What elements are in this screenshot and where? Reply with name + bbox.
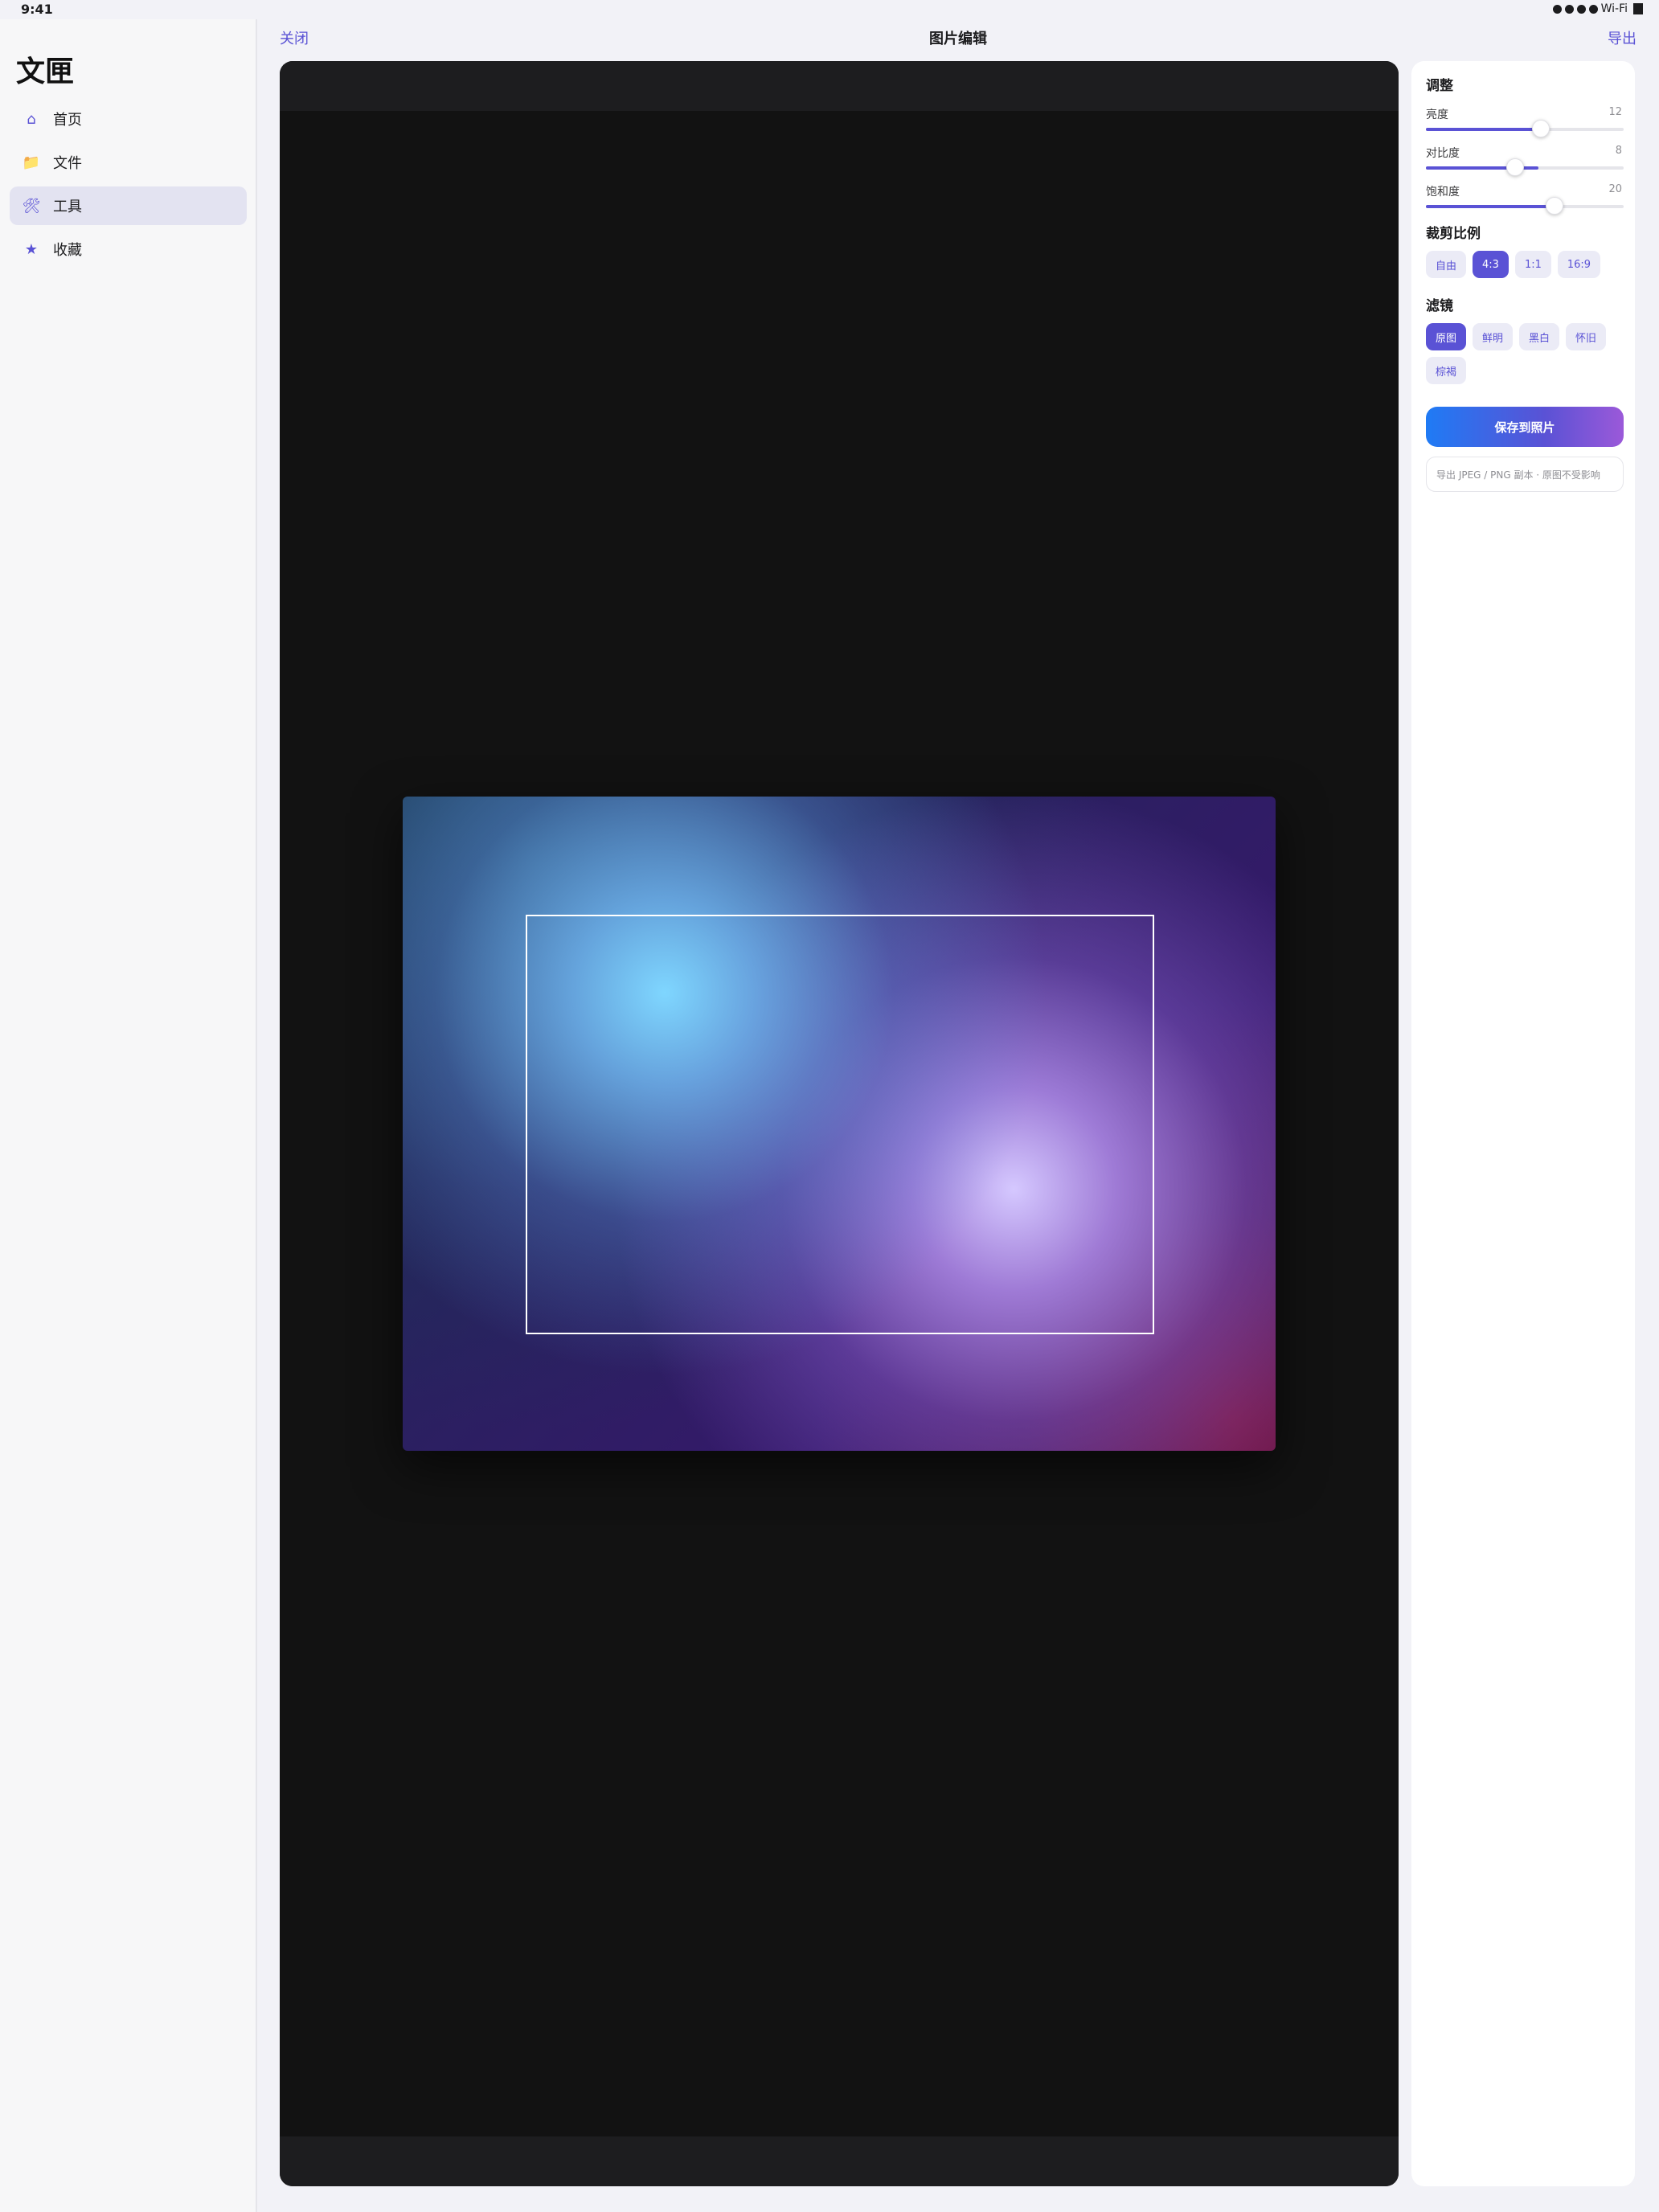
slider-fill bbox=[1426, 205, 1555, 208]
saturation-label: 饱和度 bbox=[1426, 186, 1460, 199]
export-note: 导出 JPEG / PNG 副本 · 原图不受影响 bbox=[1426, 457, 1624, 492]
filter-options: 原图 鲜明 黑白 怀旧 棕褐 bbox=[1426, 323, 1627, 384]
sidebar-item-label: 文件 bbox=[53, 155, 82, 172]
signal-icon bbox=[1564, 4, 1574, 14]
filter-option-vivid[interactable]: 鲜明 bbox=[1473, 323, 1514, 350]
home-icon: ⌂ bbox=[27, 110, 36, 128]
page-title: 图片编辑 bbox=[929, 31, 987, 47]
star-icon: ★ bbox=[24, 240, 39, 258]
contrast-value: 8 bbox=[1615, 145, 1622, 157]
crop-ratio-options: 自由 4:3 1:1 16:9 bbox=[1426, 251, 1627, 278]
filter-option-original[interactable]: 原图 bbox=[1426, 323, 1467, 350]
wifi-label: Wi-Fi bbox=[1600, 2, 1628, 15]
slider-thumb[interactable] bbox=[1531, 120, 1550, 137]
crop-option-4-3[interactable]: 4:3 bbox=[1473, 251, 1509, 278]
slider-fill bbox=[1426, 128, 1541, 131]
contrast-slider[interactable] bbox=[1426, 158, 1624, 176]
crop-section-title: 裁剪比例 bbox=[1426, 226, 1481, 242]
adjust-section-title: 调整 bbox=[1426, 78, 1453, 94]
save-to-photos-button[interactable]: 保存到照片 bbox=[1426, 407, 1624, 447]
photo-preview[interactable] bbox=[403, 797, 1276, 1451]
saturation-slider[interactable] bbox=[1426, 197, 1624, 215]
navigation-bar: 关闭 图片编辑 导出 bbox=[257, 19, 1659, 55]
export-button[interactable]: 导出 bbox=[1608, 27, 1636, 48]
status-bar: 9:41 Wi-Fi bbox=[0, 0, 1659, 19]
brightness-slider[interactable] bbox=[1426, 120, 1624, 137]
sidebar: 文匣 ⌂ 首页 📁 文件 🛠 工具 ★ 收藏 bbox=[0, 19, 257, 2212]
editor-canvas bbox=[280, 61, 1399, 2186]
crop-option-1-1[interactable]: 1:1 bbox=[1514, 251, 1551, 278]
brightness-label: 亮度 bbox=[1426, 109, 1448, 121]
signal-icon bbox=[1552, 4, 1562, 14]
tools-icon: 🛠 bbox=[22, 197, 41, 215]
sidebar-item-tools[interactable]: 🛠 工具 bbox=[10, 186, 247, 225]
filter-option-mono[interactable]: 黑白 bbox=[1519, 323, 1560, 350]
sidebar-item-favorites[interactable]: ★ 收藏 bbox=[10, 230, 247, 268]
sidebar-item-files[interactable]: 📁 文件 bbox=[10, 143, 247, 182]
filter-section-title: 滤镜 bbox=[1426, 298, 1453, 314]
slider-thumb[interactable] bbox=[1505, 158, 1524, 176]
battery-icon bbox=[1633, 3, 1643, 14]
signal-icon bbox=[1588, 4, 1598, 14]
filter-option-sepia[interactable]: 棕褐 bbox=[1426, 357, 1467, 384]
contrast-label: 对比度 bbox=[1426, 147, 1460, 160]
crop-frame[interactable] bbox=[526, 915, 1154, 1334]
status-indicators: Wi-Fi bbox=[1552, 2, 1643, 15]
canvas-bottom-toolbar bbox=[280, 2136, 1399, 2186]
status-time: 9:41 bbox=[21, 2, 53, 17]
crop-option-16-9[interactable]: 16:9 bbox=[1557, 251, 1601, 278]
brightness-value: 12 bbox=[1608, 106, 1622, 118]
sidebar-item-label: 收藏 bbox=[53, 242, 82, 259]
sidebar-item-home[interactable]: ⌂ 首页 bbox=[10, 100, 247, 138]
sidebar-item-label: 首页 bbox=[53, 112, 82, 129]
edit-panel: 调整 亮度 12 对比度 8 饱和度 20 裁剪比例 自由 4:3 1:1 16… bbox=[1411, 61, 1635, 2186]
canvas-top-toolbar bbox=[280, 61, 1399, 111]
slider-thumb[interactable] bbox=[1545, 197, 1563, 215]
sidebar-nav: ⌂ 首页 📁 文件 🛠 工具 ★ 收藏 bbox=[10, 100, 247, 273]
filter-option-nostalgic[interactable]: 怀旧 bbox=[1566, 323, 1607, 350]
folder-icon: 📁 bbox=[22, 154, 41, 171]
app-title: 文匣 bbox=[16, 55, 75, 88]
saturation-value: 20 bbox=[1608, 183, 1622, 195]
sidebar-item-label: 工具 bbox=[53, 199, 82, 215]
crop-option-free[interactable]: 自由 bbox=[1426, 251, 1467, 278]
signal-icon bbox=[1576, 4, 1586, 14]
